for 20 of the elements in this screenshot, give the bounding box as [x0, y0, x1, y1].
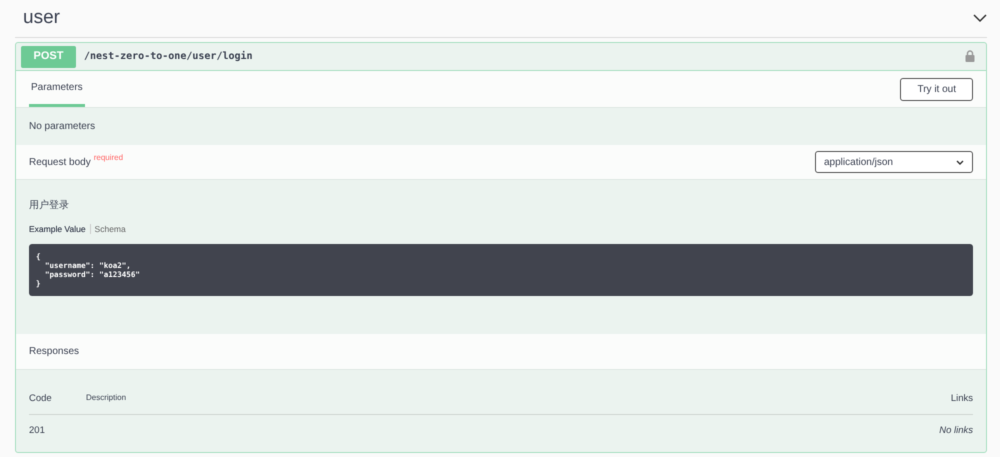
- endpoint-path: /nest-zero-to-one/user/login: [84, 50, 254, 64]
- links-text: No links: [939, 424, 973, 438]
- content-type-select[interactable]: application/json: [815, 151, 973, 173]
- section-title: user: [22, 6, 60, 30]
- view-tab[interactable]: Example Value: [29, 223, 86, 236]
- no-parameters-text: No parameters: [29, 120, 96, 134]
- response-code: 201: [29, 424, 46, 438]
- column-header: Description: [86, 392, 128, 404]
- tab[interactable]: Parameters: [29, 71, 85, 107]
- request-body-label: Request body: [29, 156, 91, 168]
- chevron-icon[interactable]: [973, 14, 987, 23]
- view-tab[interactable]: Schema: [94, 223, 126, 236]
- column-header: Code: [29, 392, 53, 406]
- column-header: Links: [950, 392, 973, 406]
- required-label: required: [94, 152, 124, 162]
- method-badge: POST: [21, 46, 76, 68]
- chevron-down-icon: [956, 160, 964, 164]
- responses-title: Responses: [29, 345, 80, 359]
- body-description: 用户登录: [29, 200, 69, 211]
- try-it-out-button[interactable]: Try it out: [900, 78, 973, 100]
